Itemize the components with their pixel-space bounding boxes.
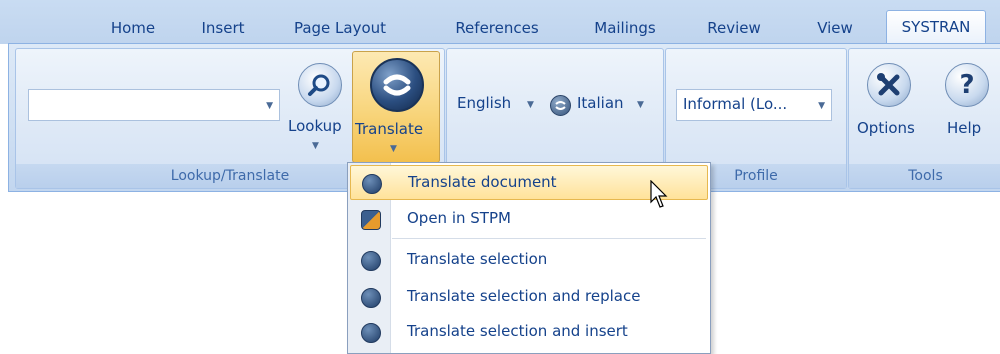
systran-logo-icon [370,58,424,112]
lookup-button[interactable]: Lookup ▼ [288,57,352,159]
systran-replace-icon [361,288,381,308]
systran-icon [361,251,381,271]
lookup-button-label: Lookup [288,117,342,135]
options-button[interactable]: Options [853,57,925,157]
target-language-dropdown[interactable]: Italian ▼ [577,89,657,119]
tab-systran[interactable]: SYSTRAN [886,10,986,45]
chevron-down-icon: ▼ [312,141,319,151]
target-language-label: Italian [577,94,624,112]
stpm-icon [361,210,381,230]
menu-item-label: Open in STPM [407,209,511,227]
dropdown-arrow-icon[interactable]: ▼ [818,101,825,111]
menu-separator [392,238,706,239]
source-language-label: English [457,94,512,112]
systran-insert-icon [361,323,381,343]
tools-wrench-icon [867,63,911,107]
tab-mailings[interactable]: Mailings [585,14,665,42]
tab-home[interactable]: Home [106,14,160,42]
profile-combo[interactable]: Informal (Lo... ▼ [676,89,832,121]
group-caption-tools: Tools [849,164,1000,188]
group-tools: Options ? Help Tools [848,48,1000,189]
lookup-search-combo[interactable]: ▼ [28,89,280,121]
help-button-label: Help [947,119,982,137]
chevron-down-icon: ▼ [527,100,534,110]
swap-languages-icon[interactable] [550,95,571,116]
chevron-down-icon: ▼ [637,100,644,110]
tab-references[interactable]: References [448,14,546,42]
tab-page-layout[interactable]: Page Layout [286,14,394,42]
tab-insert[interactable]: Insert [192,14,254,42]
translate-button[interactable]: Translate ▼ [352,51,440,163]
menu-item-label: Translate selection and replace [407,287,641,305]
source-language-dropdown[interactable]: English ▼ [457,89,547,119]
chevron-down-icon: ▼ [390,144,397,154]
menu-item-translate-selection-replace[interactable]: Translate selection and replace [350,280,706,313]
mouse-cursor-icon [650,180,668,208]
dropdown-arrow-icon[interactable]: ▼ [266,101,273,111]
options-button-label: Options [857,119,915,137]
help-question-icon: ? [945,63,989,107]
menu-item-translate-selection[interactable]: Translate selection [350,243,706,276]
menu-item-translate-selection-insert[interactable]: Translate selection and insert [350,315,706,348]
systran-icon [362,174,382,194]
tab-review[interactable]: Review [700,14,768,42]
translate-button-label: Translate [355,120,424,138]
ribbon-tab-strip: Home Insert Page Layout References Maili… [0,0,1000,45]
menu-item-label: Translate document [408,173,557,191]
menu-item-label: Translate selection [407,250,548,268]
tab-view[interactable]: View [812,14,858,42]
help-button[interactable]: ? Help [935,57,995,157]
profile-value: Informal (Lo... [683,95,788,113]
magnifier-icon [298,63,342,107]
menu-item-label: Translate selection and insert [407,322,628,340]
